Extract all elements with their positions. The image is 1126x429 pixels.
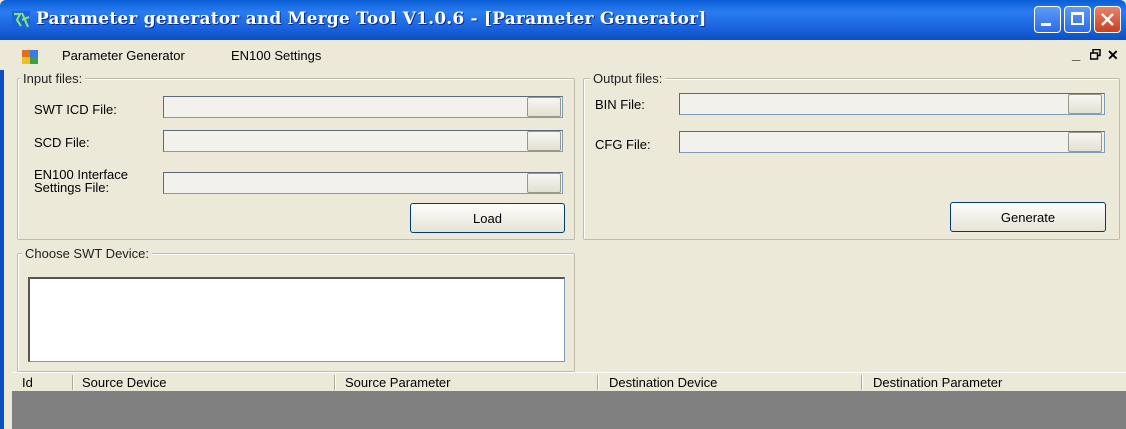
mdi-minimize-button[interactable]: _: [1072, 46, 1080, 63]
grid-body[interactable]: [12, 391, 1126, 429]
column-separator[interactable]: [861, 375, 862, 390]
grid-header: Id Source Device Source Parameter Destin…: [12, 372, 1126, 393]
cfg-file-label: CFG File:: [595, 137, 651, 152]
column-separator[interactable]: [72, 375, 73, 390]
close-button[interactable]: [1094, 6, 1121, 33]
maximize-icon: [1071, 12, 1084, 25]
app-icon: [12, 11, 30, 29]
column-header-destination-parameter[interactable]: Destination Parameter: [873, 373, 1002, 392]
menu-parameter-generator[interactable]: Parameter Generator: [62, 48, 185, 63]
bin-file-browse-button[interactable]: [1068, 94, 1102, 114]
load-button[interactable]: Load: [410, 203, 565, 233]
window-frame-inner: [4, 40, 12, 429]
window-title: Parameter generator and Merge Tool V1.0.…: [36, 9, 707, 29]
output-files-label: Output files:: [590, 71, 666, 86]
close-icon: [1101, 13, 1114, 26]
menu-en100-settings[interactable]: EN100 Settings: [231, 48, 321, 63]
en100-settings-label: EN100 Interface Settings File:: [34, 167, 128, 195]
swt-icd-field[interactable]: [163, 96, 563, 118]
column-header-source-parameter[interactable]: Source Parameter: [345, 373, 451, 392]
maximize-button[interactable]: [1064, 6, 1091, 33]
minimize-button[interactable]: [1034, 6, 1061, 33]
document-icon: [22, 50, 38, 64]
scd-browse-button[interactable]: [527, 131, 561, 151]
minimize-icon: [1041, 23, 1051, 26]
en100-settings-field[interactable]: [163, 172, 563, 194]
mdi-close-button[interactable]: ✕: [1107, 47, 1119, 64]
scd-field[interactable]: [163, 130, 563, 152]
column-header-destination-device[interactable]: Destination Device: [609, 373, 717, 392]
bin-file-field[interactable]: [679, 93, 1105, 115]
choose-device-label: Choose SWT Device:: [22, 246, 153, 261]
swt-icd-browse-button[interactable]: [527, 97, 561, 117]
mdi-restore-button[interactable]: [1089, 48, 1101, 63]
column-header-id[interactable]: Id: [22, 373, 33, 392]
device-listbox[interactable]: [28, 277, 565, 362]
column-header-source-device[interactable]: Source Device: [82, 373, 167, 392]
en100-settings-browse-button[interactable]: [527, 173, 561, 193]
restore-icon: [1089, 48, 1101, 60]
swt-icd-label: SWT ICD File:: [34, 102, 117, 117]
input-files-label: Input files:: [20, 71, 86, 86]
bin-file-label: BIN File:: [595, 97, 645, 112]
generate-button[interactable]: Generate: [950, 202, 1106, 232]
column-separator[interactable]: [597, 375, 598, 390]
title-bar[interactable]: Parameter generator and Merge Tool V1.0.…: [0, 0, 1126, 40]
cfg-file-browse-button[interactable]: [1068, 132, 1102, 152]
column-separator[interactable]: [334, 375, 335, 390]
cfg-file-field[interactable]: [679, 131, 1105, 153]
scd-label: SCD File:: [34, 135, 90, 150]
